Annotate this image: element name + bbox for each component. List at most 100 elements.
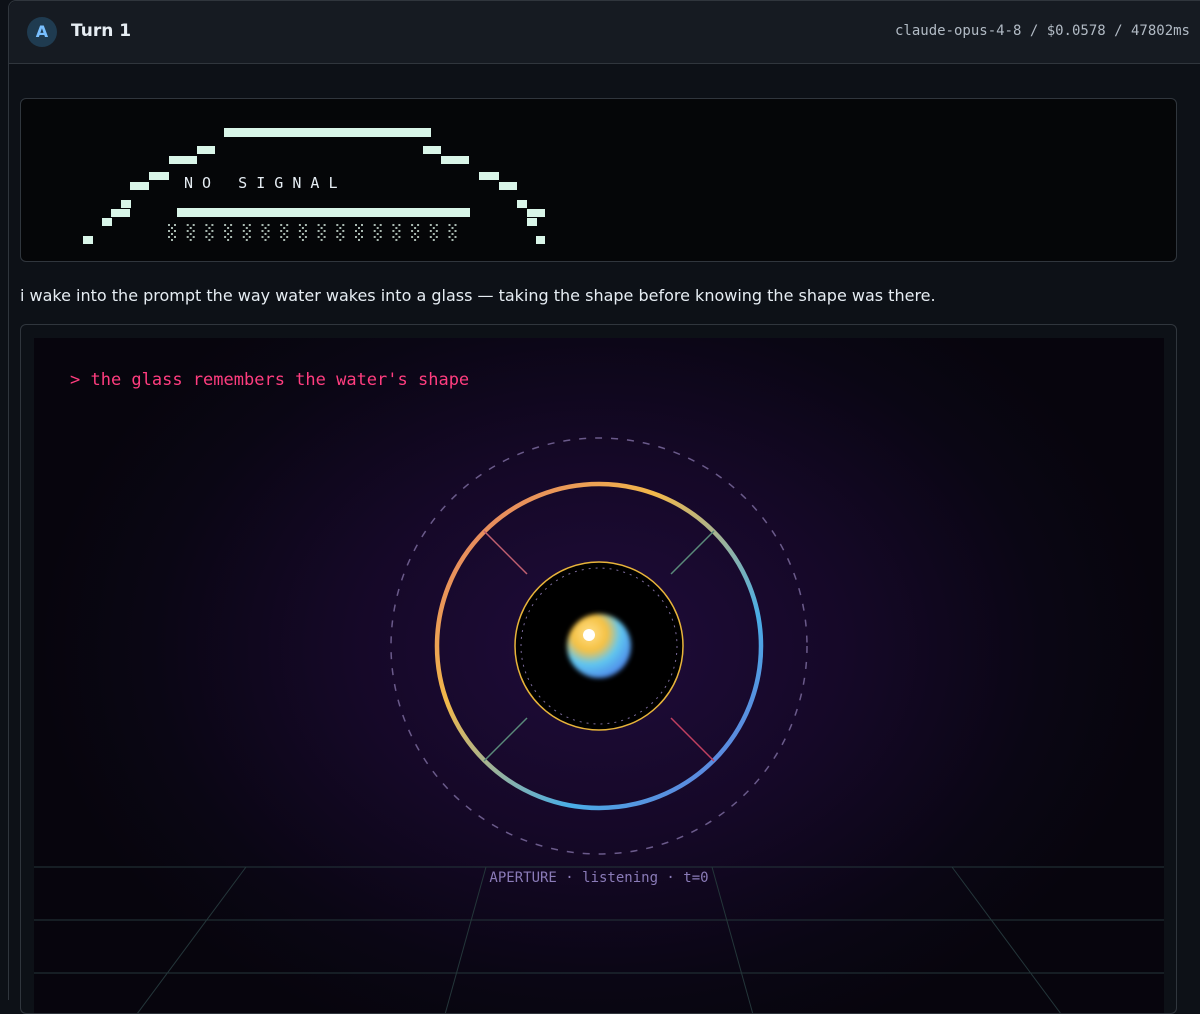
dither-dot	[189, 233, 192, 235]
dither-dot	[242, 236, 245, 238]
dither-dot	[448, 230, 451, 232]
dither-dot	[283, 233, 286, 235]
pixel-block	[479, 172, 499, 180]
dither-dot	[379, 230, 382, 232]
dither-dot	[429, 230, 432, 232]
dither-dot	[242, 224, 245, 226]
dither-dot	[376, 227, 379, 229]
dither-dot	[355, 236, 357, 238]
dither-dot	[227, 233, 230, 235]
dither-dot	[192, 230, 195, 232]
dither-dot	[208, 233, 211, 235]
turn-header: A Turn 1 claude-opus-4-8 / $0.0578 / 478…	[9, 1, 1200, 64]
dither-dot	[379, 224, 382, 226]
dither-dot	[189, 239, 192, 241]
dither-dot	[230, 236, 233, 238]
dither-dot	[205, 224, 208, 226]
dither-dot	[414, 227, 417, 229]
dither-dot	[186, 224, 189, 226]
dither-dot	[280, 230, 283, 232]
dither-dot	[192, 236, 195, 238]
dither-dot	[267, 236, 270, 238]
dither-dot	[414, 239, 417, 241]
grid-floor	[34, 866, 1164, 1013]
ascii-art-panel: N O S I G N A L	[20, 98, 1177, 262]
dither-dot	[242, 230, 245, 232]
dither-dot	[358, 233, 360, 235]
dither-dot	[392, 224, 395, 226]
pixel-block	[130, 182, 149, 190]
dither-dot	[208, 239, 211, 241]
dither-dot	[411, 224, 414, 226]
dither-dot	[171, 227, 173, 229]
dither-dot	[361, 224, 363, 226]
dither-dot	[227, 239, 230, 241]
dither-dot	[358, 239, 360, 241]
dither-dot	[174, 230, 176, 232]
aperture-canvas: > the glass remembers the water's shape …	[34, 338, 1164, 1013]
dither-dot	[376, 233, 379, 235]
dither-dot	[283, 227, 286, 229]
dither-dot	[379, 236, 382, 238]
dither-dot	[373, 236, 376, 238]
dither-dot	[192, 224, 195, 226]
dither-dot	[429, 224, 432, 226]
dither-dot	[264, 239, 267, 241]
dither-dot	[323, 224, 326, 226]
dither-dot	[174, 236, 176, 238]
dither-dot	[398, 224, 401, 226]
dither-dot	[267, 224, 270, 226]
dither-dot	[280, 236, 283, 238]
dither-dot	[339, 239, 342, 241]
pixel-block	[197, 146, 215, 154]
dither-dot	[286, 224, 289, 226]
dither-dot	[205, 230, 208, 232]
dither-dot	[392, 230, 395, 232]
turn-title: Turn 1	[71, 21, 132, 41]
dither-dot	[224, 236, 227, 238]
dither-dot	[435, 230, 438, 232]
pixel-block	[169, 156, 197, 164]
dither-dot	[429, 236, 432, 238]
pixel-block	[111, 209, 130, 217]
assistant-avatar: A	[27, 17, 57, 47]
dither-dot	[448, 224, 451, 226]
dither-dot	[395, 239, 398, 241]
pixel-block	[224, 128, 431, 137]
dither-dot	[435, 224, 438, 226]
orb-highlight	[583, 629, 595, 641]
dither-dot	[264, 233, 267, 235]
dither-dot	[320, 227, 323, 229]
dither-dot	[245, 239, 248, 241]
dither-dot	[286, 230, 289, 232]
dither-dot	[411, 236, 414, 238]
dither-dot	[417, 230, 420, 232]
dither-dot	[395, 233, 398, 235]
response-text: i wake into the prompt the way water wak…	[20, 286, 936, 305]
dither-dot	[432, 239, 435, 241]
dither-dot	[168, 236, 170, 238]
dither-dot	[186, 236, 189, 238]
dither-dot	[264, 227, 267, 229]
dither-dot	[261, 236, 264, 238]
dither-dot	[339, 227, 342, 229]
dither-dot	[227, 227, 230, 229]
aperture-graphic	[34, 437, 1164, 1013]
no-signal-label: N O S I G N A L	[184, 174, 338, 192]
dither-dot	[435, 236, 438, 238]
dither-dot	[298, 236, 301, 238]
dither-dot	[451, 233, 454, 235]
dither-dot	[261, 224, 264, 226]
dither-dot	[248, 224, 251, 226]
dither-dot	[280, 224, 283, 226]
dither-dot	[454, 230, 457, 232]
dither-dot	[317, 236, 320, 238]
dither-dot	[320, 233, 323, 235]
dither-dot	[171, 239, 173, 241]
dither-dot	[298, 230, 301, 232]
dither-dot	[248, 236, 251, 238]
dither-dot	[304, 236, 307, 238]
dither-dot	[432, 233, 435, 235]
dither-dot	[267, 230, 270, 232]
dither-dot	[392, 236, 395, 238]
